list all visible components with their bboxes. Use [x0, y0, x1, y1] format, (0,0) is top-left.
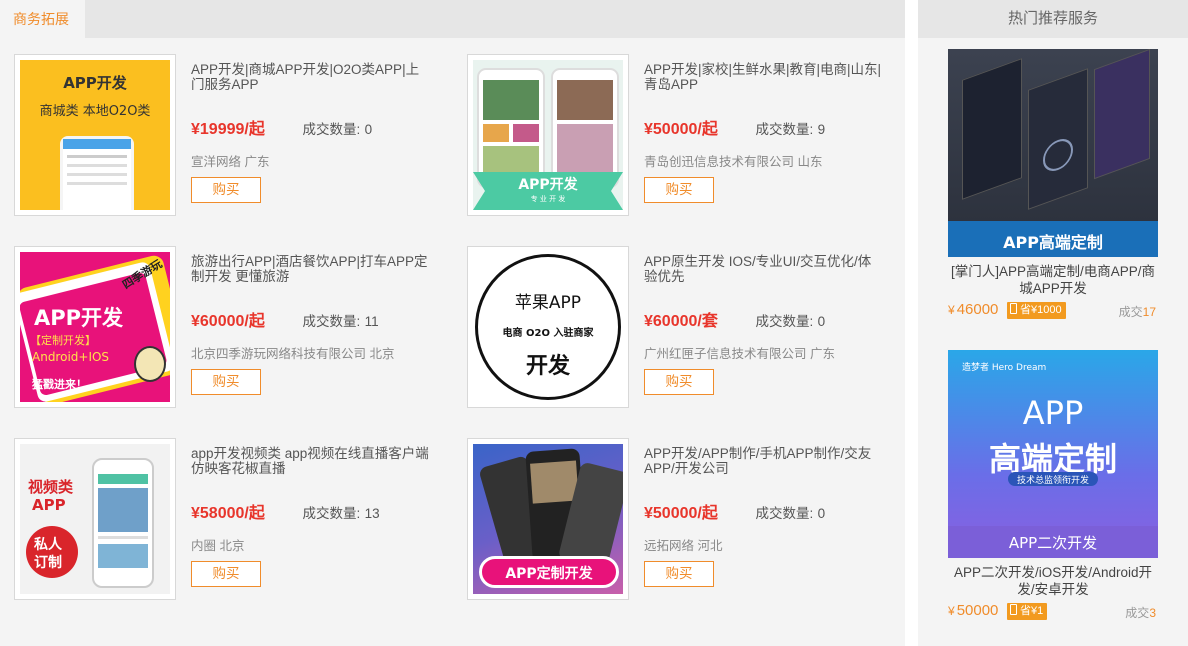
deal-label: 成交数量: [755, 314, 814, 329]
product-thumbnail[interactable]: APP定制开发 [467, 438, 629, 600]
buy-button[interactable]: 购买 [644, 177, 714, 203]
company-name[interactable]: 青岛创迅信息技术有限公司 山东 [644, 151, 884, 169]
recommended-image[interactable]: 造梦者 Hero Dream APP 高端定制 技术总监领衔开发 APP二次开发 [948, 350, 1158, 558]
thumb-text: 【定制开发】 [30, 334, 96, 347]
product-card: 苹果APP 电商 O2O 入驻商家 开发 APP原生开发 IOS/专业UI/交互… [453, 246, 893, 411]
product-title[interactable]: APP原生开发 IOS/专业UI/交互优化/体验优先 [644, 254, 884, 286]
thumb-text: APP定制开发 [505, 566, 593, 582]
image-text: APP [1022, 394, 1084, 432]
thumb-text: 订制 [34, 555, 62, 571]
product-title[interactable]: APP开发|家校|生鲜水果|教育|电商|山东|青岛APP [644, 62, 884, 94]
thumb-text: 商城类 本地O2O类 [39, 104, 151, 119]
thumb-text: APP开发 [34, 306, 124, 330]
product-thumbnail[interactable]: 视频类 APP 私人 订制 [14, 438, 176, 600]
recommended-services-title: 热门推荐服务 [918, 0, 1188, 38]
thumb-text: APP [32, 496, 66, 514]
deal-label: 成交数量: [755, 506, 814, 521]
thumb-text: 猛戳进来！ [32, 378, 87, 391]
recommended-title[interactable]: APP二次开发/iOS开发/Android开发/安卓开发 [948, 564, 1158, 598]
product-title[interactable]: 旅游出行APP|酒店餐饮APP|打车APP定制开发 更懂旅游 [191, 254, 431, 286]
thumb-text: 苹果APP [514, 293, 582, 313]
company-name[interactable]: 远拓网络 河北 [644, 535, 884, 553]
product-price: ¥19999/起 [191, 121, 265, 138]
buy-button[interactable]: 购买 [644, 369, 714, 395]
image-brand: 造梦者 Hero Dream [962, 363, 1047, 373]
deal-count: 11 [364, 314, 379, 329]
image-caption: APP二次开发 [1008, 534, 1098, 552]
thumb-text: 电商 O2O 入驻商家 [502, 328, 594, 339]
phone-mockup [551, 68, 619, 188]
image-text: 技术总监领衔开发 [1016, 476, 1089, 486]
mobile-discount-badge: 省¥1000 [1007, 302, 1066, 319]
product-price: ¥60000/起 [191, 313, 265, 330]
section-tab-bar: 商务拓展 [0, 0, 905, 38]
deal-count: 0 [817, 314, 826, 329]
business-expansion-panel: 商务拓展 APP开发 商城类 本地O2O类 APP开发|商城APP开发|O2O类… [0, 0, 905, 646]
thumb-text: APP开发 [518, 177, 578, 193]
recommended-deal: 成交17 [1118, 305, 1156, 319]
thumb-text: 专 业 开 发 [530, 195, 566, 203]
mobile-discount-badge: 省¥1 [1007, 603, 1048, 620]
mobile-icon [1010, 303, 1017, 314]
buy-button[interactable]: 购买 [191, 177, 261, 203]
tab-business-expansion[interactable]: 商务拓展 [0, 0, 85, 38]
product-card: APP开发 商城类 本地O2O类 APP开发|商城APP开发|O2O类APP|上… [0, 54, 440, 219]
thumb-text: 视频类 [28, 478, 74, 496]
company-name[interactable]: 内圈 北京 [191, 535, 431, 553]
recommended-price: ¥50000 [948, 602, 999, 619]
phone-mockup [477, 68, 545, 188]
product-price: ¥50000/起 [644, 121, 718, 138]
product-card: APP开发 专 业 开 发 APP开发|家校|生鲜水果|教育|电商|山东|青岛A… [453, 54, 893, 219]
product-card: 四季游玩 APP开发 【定制开发】 Android+IOS 猛戳进来！ 旅游出行… [0, 246, 440, 411]
deal-count: 9 [817, 122, 826, 137]
company-name[interactable]: 宣洋网络 广东 [191, 151, 431, 169]
thumb-text: 开发 [525, 353, 570, 379]
recommended-deal: 成交3 [1125, 606, 1156, 620]
product-thumbnail[interactable]: APP开发 专 业 开 发 [467, 54, 629, 216]
deal-count: 0 [817, 506, 826, 521]
buy-button[interactable]: 购买 [191, 561, 261, 587]
deal-count: 0 [364, 122, 373, 137]
product-title[interactable]: APP开发|商城APP开发|O2O类APP|上门服务APP [191, 62, 431, 94]
buy-button[interactable]: 购买 [191, 369, 261, 395]
product-title[interactable]: app开发视频类 app视频在线直播客户端 仿映客花椒直播 [191, 446, 431, 478]
recommended-price: ¥46000 [948, 301, 999, 318]
deal-label: 成交数量: [302, 506, 361, 521]
phone-mockup [92, 458, 154, 588]
product-price: ¥58000/起 [191, 505, 265, 522]
thumb-text: 私人 [34, 537, 62, 553]
product-price: ¥60000/套 [644, 313, 718, 330]
product-thumbnail[interactable]: APP开发 商城类 本地O2O类 [14, 54, 176, 216]
product-thumbnail[interactable]: 苹果APP 电商 O2O 入驻商家 开发 [467, 246, 629, 408]
product-thumbnail[interactable]: 四季游玩 APP开发 【定制开发】 Android+IOS 猛戳进来！ [14, 246, 176, 408]
company-name[interactable]: 北京四季游玩网络科技有限公司 北京 [191, 343, 431, 361]
product-card: 视频类 APP 私人 订制 app开发视频类 app视频在线直播客户端 仿映客花… [0, 438, 440, 603]
company-name[interactable]: 广州红匣子信息技术有限公司 广东 [644, 343, 884, 361]
recommended-item: 造梦者 Hero Dream APP 高端定制 技术总监领衔开发 APP二次开发… [948, 350, 1158, 622]
thumb-text: Android+IOS [32, 350, 110, 364]
buy-button[interactable]: 购买 [644, 561, 714, 587]
deal-label: 成交数量: [302, 314, 361, 329]
deal-count: 13 [364, 506, 380, 521]
deal-label: 成交数量: [755, 122, 814, 137]
recommended-image[interactable]: APP高端定制 [948, 49, 1158, 257]
product-card: APP定制开发 APP开发/APP制作/手机APP制作/交友APP/开发公司 ¥… [453, 438, 893, 603]
image-caption: APP高端定制 [1003, 233, 1103, 252]
recommended-item: APP高端定制 [掌门人]APP高端定制/电商APP/商城APP开发 ¥4600… [948, 49, 1158, 321]
product-price: ¥50000/起 [644, 505, 718, 522]
recommended-services-panel: 热门推荐服务 APP高端定制 [掌门人]APP高端定制/电商APP/商城APP开… [918, 0, 1188, 646]
mobile-icon [1010, 604, 1017, 615]
deal-label: 成交数量: [302, 122, 361, 137]
meme-face-icon [134, 346, 166, 382]
recommended-title[interactable]: [掌门人]APP高端定制/电商APP/商城APP开发 [948, 263, 1158, 297]
thumb-text: APP开发 [63, 74, 127, 92]
phone-mockup [60, 136, 134, 210]
product-title[interactable]: APP开发/APP制作/手机APP制作/交友APP/开发公司 [644, 446, 884, 478]
